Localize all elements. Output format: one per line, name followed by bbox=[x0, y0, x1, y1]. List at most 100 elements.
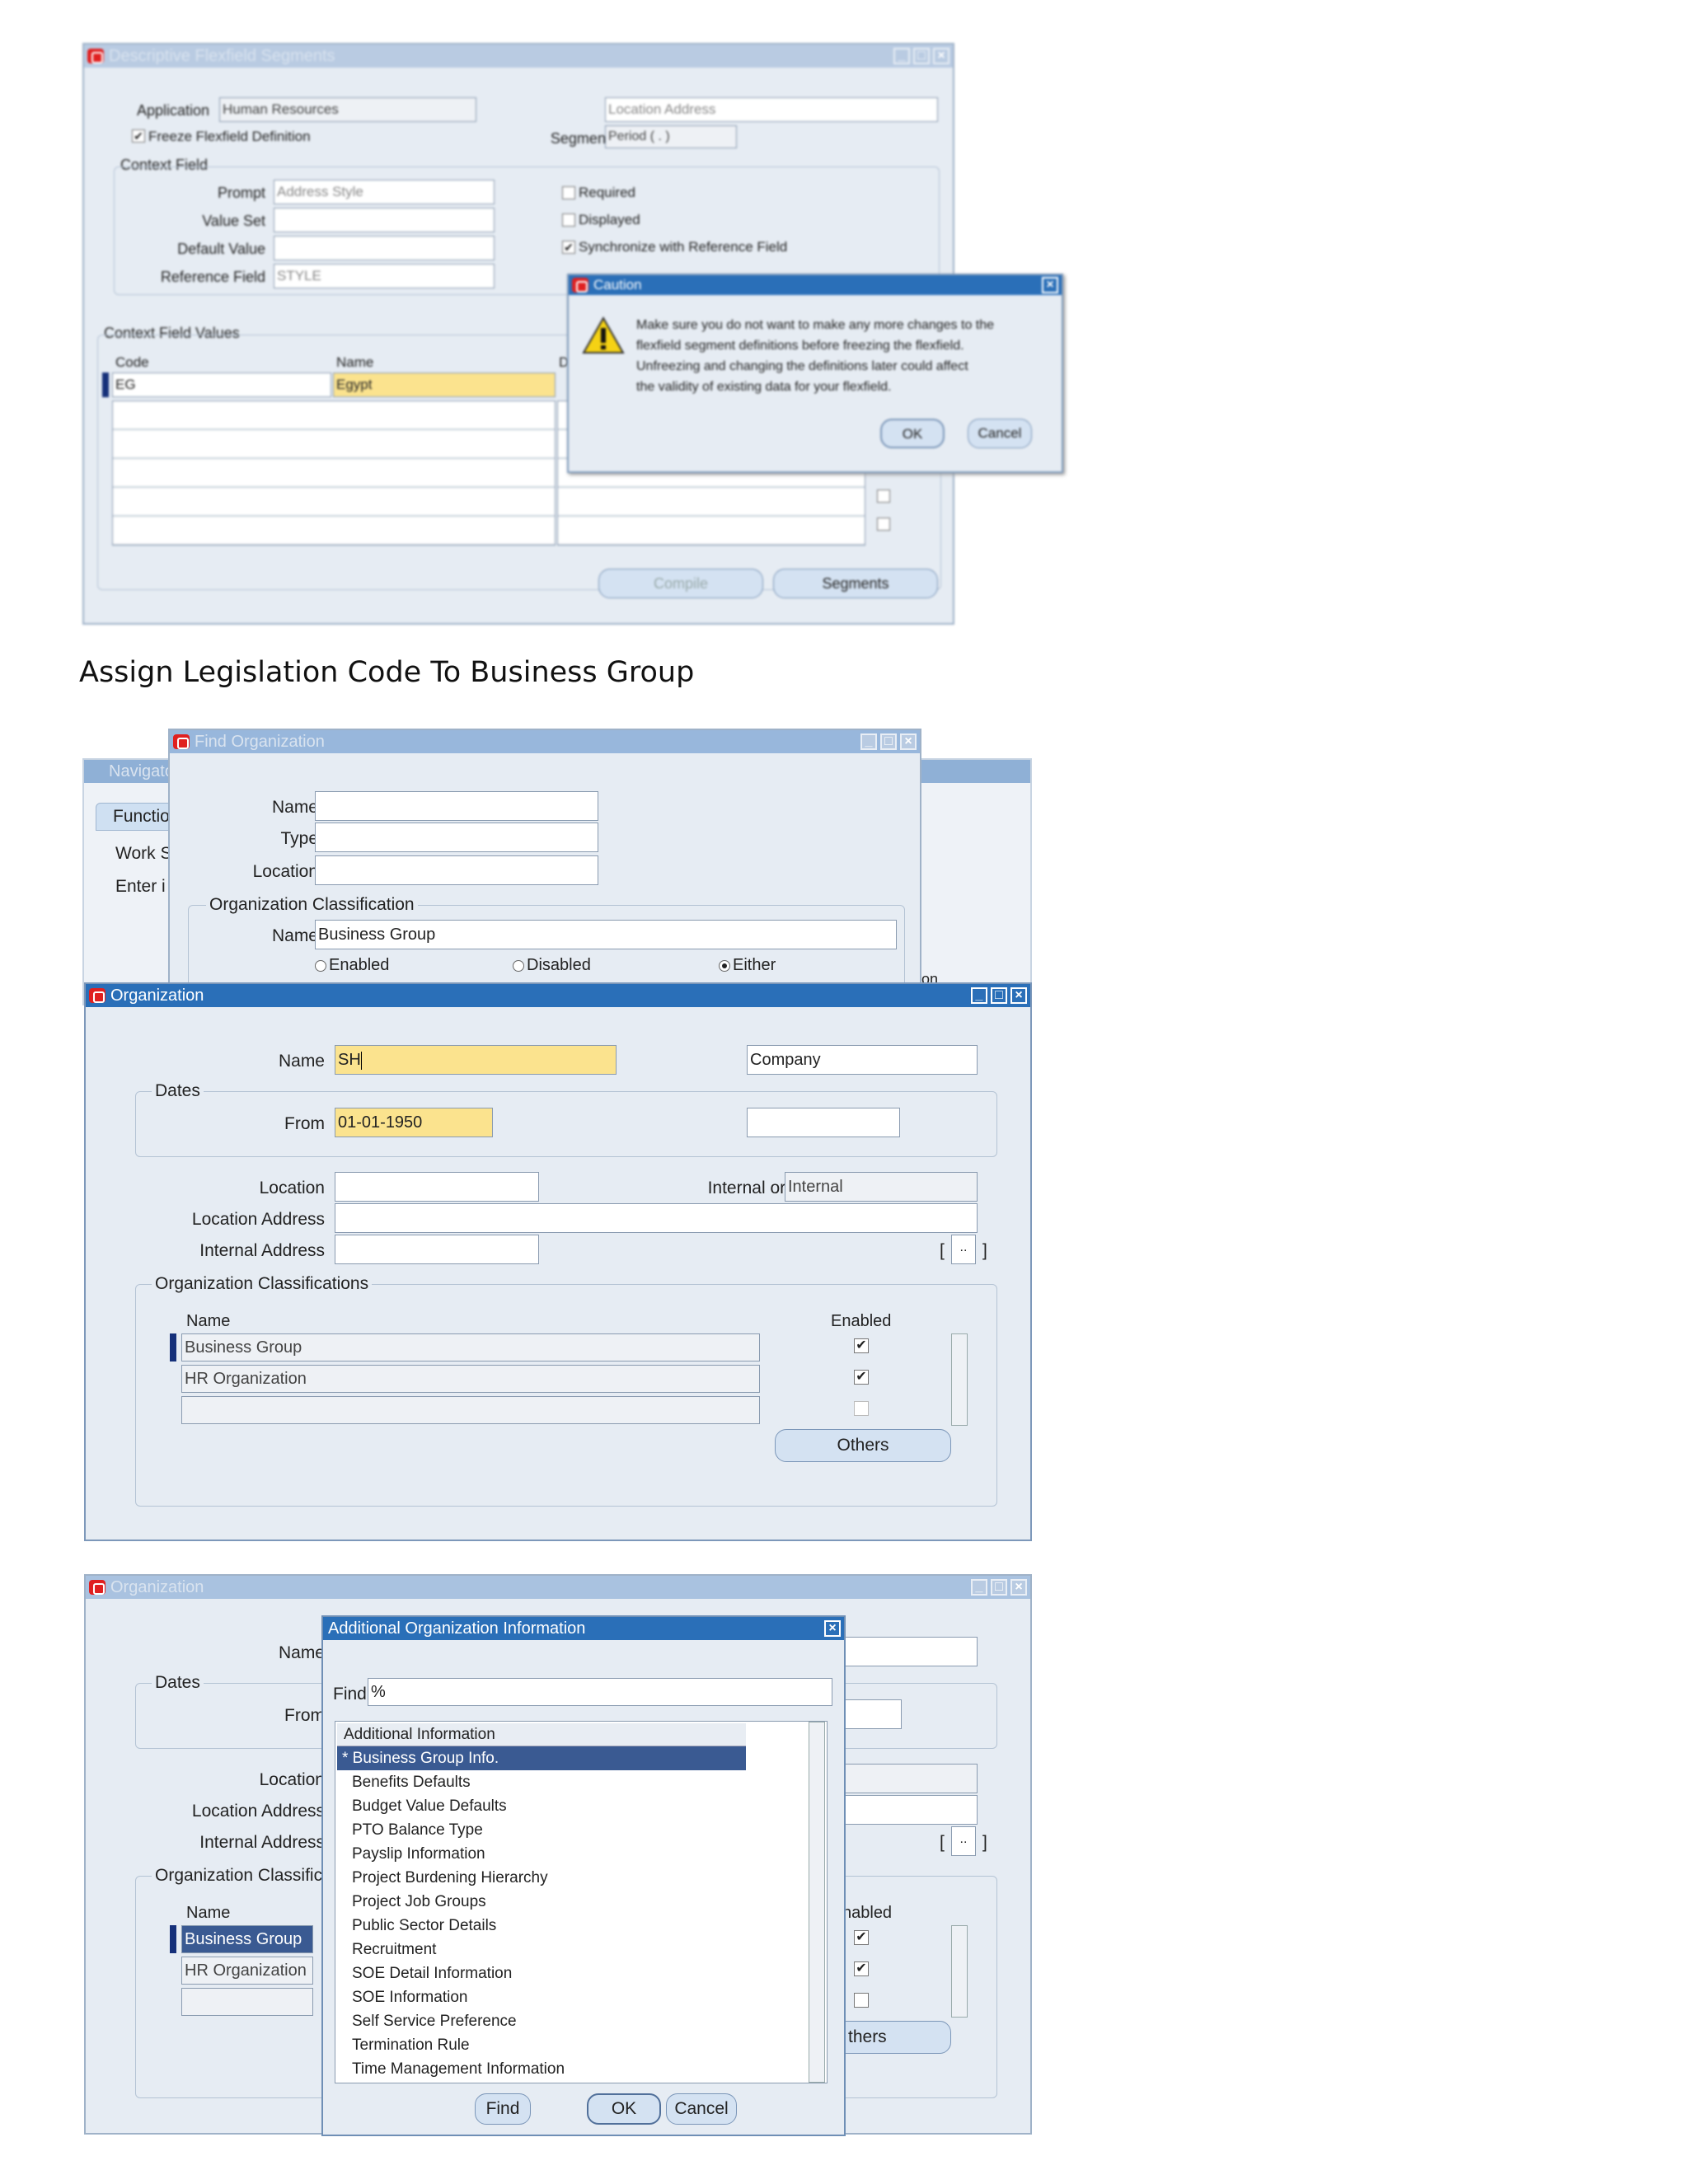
code-cell[interactable]: EG bbox=[112, 373, 331, 397]
bg-class-row-3[interactable] bbox=[181, 1988, 313, 2016]
title-field[interactable]: Location Address bbox=[605, 97, 938, 122]
enabled-checkbox-3[interactable] bbox=[854, 1401, 869, 1416]
bg-flexfield-button[interactable]: .. bbox=[951, 1826, 976, 1856]
to-date-field[interactable] bbox=[747, 1108, 900, 1137]
caution-title: Caution bbox=[593, 277, 642, 293]
bg-internal-address-label: Internal Address bbox=[199, 1833, 325, 1852]
location-address-field[interactable] bbox=[335, 1203, 978, 1233]
list-item[interactable]: Self Service Preference bbox=[337, 2009, 799, 2033]
bg-class-row-2[interactable]: HR Organization bbox=[181, 1957, 313, 1985]
synchronize-label: Synchronize with Reference Field bbox=[579, 239, 788, 255]
displayed-checkbox[interactable] bbox=[562, 213, 575, 227]
cancel-button[interactable]: Cancel bbox=[666, 2093, 737, 2125]
row-checkbox[interactable] bbox=[877, 490, 890, 503]
freeze-checkbox[interactable]: ✔ bbox=[132, 129, 145, 143]
class-row-1[interactable]: Business Group bbox=[181, 1333, 760, 1361]
segment-separator-select[interactable]: Period ( . ) bbox=[605, 125, 737, 148]
minimize-icon[interactable]: _ bbox=[893, 48, 910, 64]
default-value-label: Default Value bbox=[177, 241, 265, 257]
list-item[interactable]: SOE Detail Information bbox=[337, 1961, 799, 1985]
compile-button[interactable]: Compile bbox=[598, 569, 763, 598]
list-item[interactable]: Benefits Defaults bbox=[337, 1770, 799, 1794]
close-icon[interactable]: × bbox=[824, 1620, 841, 1637]
bg-enabled-checkbox-2[interactable]: ✔ bbox=[854, 1961, 869, 1976]
bg-others-button[interactable]: thers bbox=[828, 2021, 951, 2054]
maximize-icon[interactable]: □ bbox=[913, 48, 930, 64]
name-cell[interactable]: Egypt bbox=[333, 373, 556, 397]
enabled-radio[interactable]: Enabled bbox=[315, 956, 389, 975]
minimize-icon[interactable]: _ bbox=[971, 1579, 987, 1596]
caution-line-4: the validity of existing data for your f… bbox=[636, 380, 892, 394]
list-scrollbar[interactable] bbox=[809, 1722, 825, 2083]
minimize-icon[interactable]: _ bbox=[860, 733, 877, 750]
bg-classifications-scrollbar[interactable] bbox=[951, 1925, 968, 2018]
application-field[interactable]: Human Resources bbox=[219, 97, 476, 122]
oracle-logo-icon bbox=[572, 278, 588, 293]
find-name-label: Name bbox=[271, 798, 318, 817]
bg-class-row-1[interactable]: Business Group bbox=[181, 1925, 313, 1953]
default-value-field[interactable] bbox=[274, 236, 495, 260]
bg-type-field[interactable] bbox=[844, 1637, 978, 1666]
list-item-selected[interactable]: * Business Group Info. bbox=[337, 1746, 746, 1770]
disabled-radio[interactable]: Disabled bbox=[513, 956, 591, 975]
close-icon[interactable]: × bbox=[900, 733, 917, 750]
bg-enabled-checkbox-3[interactable] bbox=[854, 1993, 869, 2008]
list-item[interactable]: SOE Information bbox=[337, 1985, 799, 2009]
find-type-field[interactable] bbox=[315, 823, 598, 852]
maximize-icon[interactable]: □ bbox=[991, 1579, 1007, 1596]
close-icon[interactable]: × bbox=[1010, 1579, 1027, 1596]
list-item[interactable]: Payslip Information bbox=[337, 1842, 799, 1866]
list-item[interactable]: Public Sector Details bbox=[337, 1914, 799, 1938]
flexfield-button[interactable]: .. bbox=[951, 1235, 976, 1264]
ok-button[interactable]: OK bbox=[587, 2093, 661, 2125]
class-row-3[interactable] bbox=[181, 1396, 760, 1424]
class-row-2[interactable]: HR Organization bbox=[181, 1365, 760, 1393]
others-button[interactable]: Others bbox=[775, 1429, 951, 1462]
internal-address-field[interactable] bbox=[335, 1235, 539, 1264]
class-name-field[interactable]: Business Group bbox=[315, 920, 897, 949]
value-set-field[interactable] bbox=[274, 208, 495, 232]
segments-button[interactable]: Segments bbox=[773, 569, 938, 598]
from-date-field[interactable]: 01-01-1950 bbox=[335, 1108, 493, 1137]
caution-cancel-button[interactable]: Cancel bbox=[968, 419, 1032, 448]
enabled-checkbox-2[interactable]: ✔ bbox=[854, 1370, 869, 1385]
location-field[interactable] bbox=[335, 1172, 539, 1202]
prompt-field[interactable]: Address Style bbox=[274, 180, 495, 204]
classifications-scrollbar[interactable] bbox=[951, 1333, 968, 1426]
org-name-field[interactable]: SH bbox=[335, 1045, 617, 1075]
find-name-field[interactable] bbox=[315, 791, 598, 821]
find-location-field[interactable] bbox=[315, 855, 598, 885]
either-radio-label: Either bbox=[733, 956, 776, 974]
bg-int-ext-field[interactable] bbox=[844, 1764, 978, 1793]
int-ext-field[interactable]: Internal bbox=[785, 1172, 978, 1202]
bg-to-field[interactable] bbox=[844, 1699, 902, 1729]
maximize-icon[interactable]: □ bbox=[991, 987, 1007, 1004]
caution-ok-button[interactable]: OK bbox=[880, 419, 945, 448]
bg-location-address-field[interactable] bbox=[844, 1795, 978, 1825]
either-radio[interactable]: Either bbox=[719, 956, 776, 975]
class-name-label: Name bbox=[271, 926, 318, 945]
synchronize-checkbox[interactable]: ✔ bbox=[562, 241, 575, 254]
list-item[interactable]: Budget Value Defaults bbox=[337, 1794, 799, 1818]
required-checkbox[interactable] bbox=[562, 186, 575, 199]
list-item[interactable]: Recruitment bbox=[337, 1938, 799, 1961]
row-checkbox[interactable] bbox=[877, 518, 890, 531]
list-item[interactable]: PTO Balance Type bbox=[337, 1818, 799, 1842]
enabled-checkbox-1[interactable]: ✔ bbox=[854, 1338, 869, 1353]
maximize-icon[interactable]: □ bbox=[880, 733, 897, 750]
list-item[interactable]: Project Burdening Hierarchy bbox=[337, 1866, 799, 1890]
minimize-icon[interactable]: _ bbox=[971, 987, 987, 1004]
close-icon[interactable]: × bbox=[1042, 277, 1058, 293]
close-icon[interactable]: × bbox=[933, 48, 950, 64]
find-button[interactable]: Find bbox=[475, 2093, 531, 2125]
radio-selected-icon bbox=[719, 959, 730, 972]
reference-field[interactable]: STYLE bbox=[274, 264, 495, 288]
list-item[interactable]: Project Job Groups bbox=[337, 1890, 799, 1914]
list-item[interactable]: Time Management Information bbox=[337, 2057, 799, 2081]
org-type-field[interactable]: Company bbox=[747, 1045, 978, 1075]
bg-enabled-checkbox-1[interactable]: ✔ bbox=[854, 1930, 869, 1945]
find-field[interactable]: % bbox=[368, 1678, 832, 1706]
location-label: Location bbox=[259, 1179, 325, 1197]
list-item[interactable]: Termination Rule bbox=[337, 2033, 799, 2057]
close-icon[interactable]: × bbox=[1010, 987, 1027, 1004]
